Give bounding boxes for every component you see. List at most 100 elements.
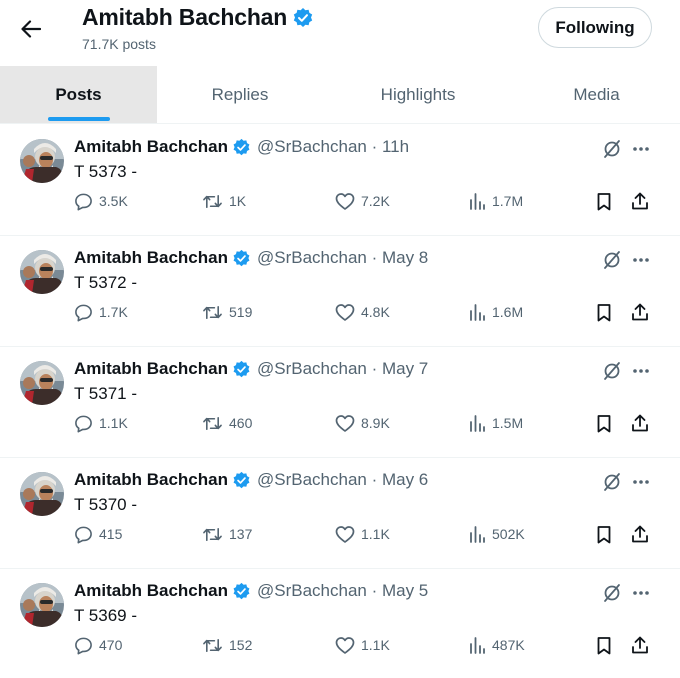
views-chart-icon (470, 637, 485, 654)
view-count: 1.7M (492, 193, 524, 209)
bookmark-button[interactable] (596, 522, 612, 546)
author-name[interactable]: Amitabh Bachchan (74, 359, 228, 379)
views-button[interactable]: 487K (468, 633, 525, 657)
bookmark-icon (597, 636, 611, 654)
like-button[interactable]: 7.2K (335, 189, 390, 213)
avatar-image (20, 361, 64, 405)
grok-icon (604, 251, 620, 269)
grok-button[interactable] (600, 137, 624, 161)
repost-button[interactable]: 519 (202, 300, 252, 324)
avatar[interactable] (20, 250, 64, 294)
post-text: T 5372 - (74, 273, 138, 292)
grok-button[interactable] (600, 248, 624, 272)
repost-button[interactable]: 1K (202, 189, 246, 213)
repost-button[interactable]: 137 (202, 522, 252, 546)
repost-icon (203, 416, 222, 430)
avatar[interactable] (20, 361, 64, 405)
like-button[interactable]: 4.8K (335, 300, 390, 324)
verified-badge-icon (233, 138, 250, 155)
author-name[interactable]: Amitabh Bachchan (74, 470, 228, 490)
post-1[interactable]: Amitabh Bachchan @SrBachchan · 11h T 537… (0, 125, 680, 236)
author-name[interactable]: Amitabh Bachchan (74, 581, 228, 601)
views-chart-icon (470, 415, 485, 432)
like-button[interactable]: 1.1K (335, 633, 390, 657)
following-button[interactable]: Following (538, 7, 652, 48)
profile-name: Amitabh Bachchan (82, 4, 288, 30)
view-count: 487K (492, 637, 525, 653)
share-button[interactable] (630, 300, 650, 324)
reply-button[interactable]: 415 (74, 522, 122, 546)
repost-button[interactable]: 152 (202, 633, 252, 657)
tab-label: Media (573, 84, 620, 104)
bookmark-button[interactable] (596, 189, 612, 213)
back-button[interactable] (16, 14, 46, 44)
avatar-image (20, 472, 64, 516)
reply-button[interactable]: 1.7K (74, 300, 128, 324)
author-name[interactable]: Amitabh Bachchan (74, 248, 228, 268)
share-button[interactable] (630, 411, 650, 435)
post-2[interactable]: Amitabh Bachchan @SrBachchan · May 8 T 5… (0, 236, 680, 347)
bookmark-icon (597, 192, 611, 210)
tab-label: Highlights (380, 84, 456, 104)
reply-button[interactable]: 3.5K (74, 189, 128, 213)
reply-button[interactable]: 470 (74, 633, 122, 657)
handle-and-time[interactable]: @SrBachchan · May 6 (257, 470, 428, 490)
share-button[interactable] (630, 633, 650, 657)
post-5[interactable]: Amitabh Bachchan @SrBachchan · May 5 T 5… (0, 569, 680, 678)
grok-button[interactable] (600, 359, 624, 383)
post-header: Amitabh Bachchan @SrBachchan · May 5 (74, 581, 428, 601)
avatar[interactable] (20, 583, 64, 627)
post-header: Amitabh Bachchan @SrBachchan · May 7 (74, 359, 428, 379)
post-text: T 5370 - (74, 495, 138, 514)
views-button[interactable]: 502K (468, 522, 525, 546)
avatar[interactable] (20, 472, 64, 516)
heart-icon (335, 525, 355, 543)
like-button[interactable]: 8.9K (335, 411, 390, 435)
tab-highlights[interactable]: Highlights (323, 66, 513, 123)
post-3[interactable]: Amitabh Bachchan @SrBachchan · May 7 T 5… (0, 347, 680, 458)
more-options-button[interactable] (629, 359, 653, 383)
verified-badge-icon (233, 360, 250, 377)
like-count: 7.2K (361, 193, 390, 209)
share-button[interactable] (630, 522, 650, 546)
more-options-button[interactable] (629, 470, 653, 494)
handle-and-time[interactable]: @SrBachchan · May 7 (257, 359, 428, 379)
bookmark-button[interactable] (596, 411, 612, 435)
reply-icon (75, 193, 92, 210)
post-4[interactable]: Amitabh Bachchan @SrBachchan · May 6 T 5… (0, 458, 680, 569)
views-button[interactable]: 1.5M (468, 411, 523, 435)
tab-media[interactable]: Media (513, 66, 680, 123)
heart-icon (335, 636, 355, 654)
like-count: 1.1K (361, 637, 390, 653)
reply-button[interactable]: 1.1K (74, 411, 128, 435)
more-options-button[interactable] (629, 581, 653, 605)
avatar-image (20, 583, 64, 627)
bookmark-button[interactable] (596, 633, 612, 657)
verified-badge-icon (233, 471, 250, 488)
repost-button[interactable]: 460 (202, 411, 252, 435)
like-count: 4.8K (361, 304, 390, 320)
more-options-button[interactable] (629, 248, 653, 272)
handle-and-time[interactable]: @SrBachchan · May 8 (257, 248, 428, 268)
like-button[interactable]: 1.1K (335, 522, 390, 546)
handle-and-time[interactable]: @SrBachchan · 11h (257, 137, 409, 157)
author-name[interactable]: Amitabh Bachchan (74, 137, 228, 157)
more-options-button[interactable] (629, 137, 653, 161)
tab-replies[interactable]: Replies (157, 66, 323, 123)
grok-button[interactable] (600, 581, 624, 605)
like-count: 8.9K (361, 415, 390, 431)
views-button[interactable]: 1.7M (468, 189, 523, 213)
grok-icon (604, 362, 620, 380)
avatar[interactable] (20, 139, 64, 183)
tab-posts[interactable]: Posts (0, 66, 157, 123)
share-icon (632, 636, 648, 654)
heart-icon (335, 192, 355, 210)
bookmark-button[interactable] (596, 300, 612, 324)
share-icon (632, 414, 648, 432)
repost-count: 1K (229, 193, 247, 209)
reply-count: 470 (99, 637, 123, 653)
views-button[interactable]: 1.6M (468, 300, 523, 324)
handle-and-time[interactable]: @SrBachchan · May 5 (257, 581, 428, 601)
grok-button[interactable] (600, 470, 624, 494)
share-button[interactable] (630, 189, 650, 213)
